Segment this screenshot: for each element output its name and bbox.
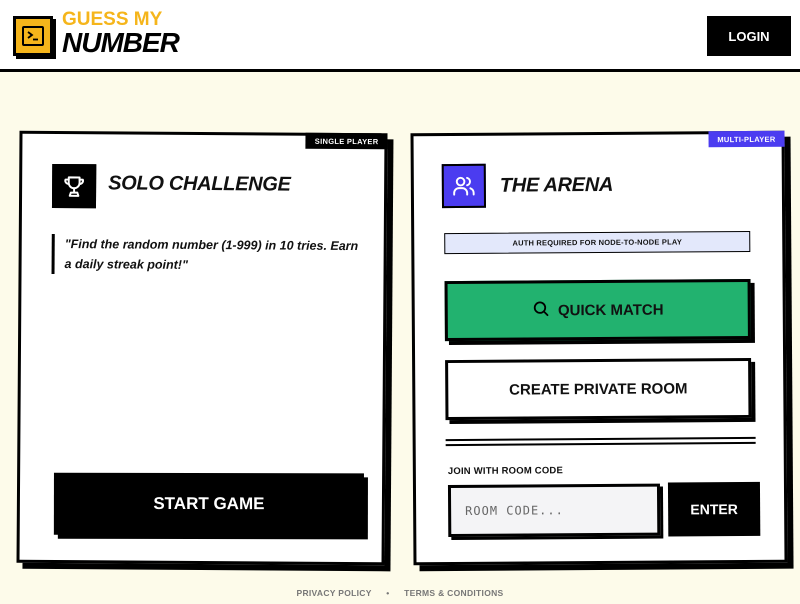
solo-description: "Find the random number (1-999) in 10 tr… bbox=[51, 233, 362, 277]
multi-player-tag: MULTI-PLAYER bbox=[708, 130, 785, 148]
users-icon bbox=[441, 163, 487, 209]
join-room-label: JOIN WITH ROOM CODE bbox=[447, 465, 564, 478]
footer-separator: • bbox=[386, 588, 390, 598]
room-code-input[interactable] bbox=[447, 483, 661, 538]
trophy-icon bbox=[51, 163, 97, 209]
section-divider bbox=[445, 436, 756, 447]
login-button[interactable]: LOGIN bbox=[707, 16, 791, 56]
enter-room-button[interactable]: ENTER bbox=[667, 481, 761, 537]
terminal-icon bbox=[22, 26, 44, 46]
auth-required-banner: AUTH REQUIRED FOR NODE-TO-NODE PLAY bbox=[444, 230, 751, 255]
privacy-policy-link[interactable]: PRIVACY POLICY bbox=[296, 588, 371, 598]
create-private-room-button[interactable]: CREATE PRIVATE ROOM bbox=[445, 357, 752, 421]
single-player-tag: SINGLE PLAYER bbox=[305, 132, 388, 150]
search-icon bbox=[532, 299, 550, 321]
quick-match-button[interactable]: QUICK MATCH bbox=[444, 278, 751, 342]
footer: PRIVACY POLICY • TERMS & CONDITIONS bbox=[0, 588, 800, 598]
arena-card: MULTI-PLAYER THE ARENA AUTH REQUIRED FOR… bbox=[410, 130, 788, 566]
logo-text-bottom: NUMBER bbox=[62, 27, 180, 58]
solo-title: SOLO CHALLENGE bbox=[108, 172, 291, 196]
solo-challenge-card: SINGLE PLAYER SOLO CHALLENGE "Find the r… bbox=[16, 130, 388, 566]
terms-conditions-link[interactable]: TERMS & CONDITIONS bbox=[404, 588, 503, 598]
top-header: GUESS MY NUMBER LOGIN bbox=[0, 0, 800, 72]
logo-badge[interactable] bbox=[13, 16, 53, 56]
arena-title: THE ARENA bbox=[499, 173, 614, 197]
start-game-button[interactable]: START GAME bbox=[53, 472, 364, 536]
quick-match-label: QUICK MATCH bbox=[557, 301, 664, 319]
